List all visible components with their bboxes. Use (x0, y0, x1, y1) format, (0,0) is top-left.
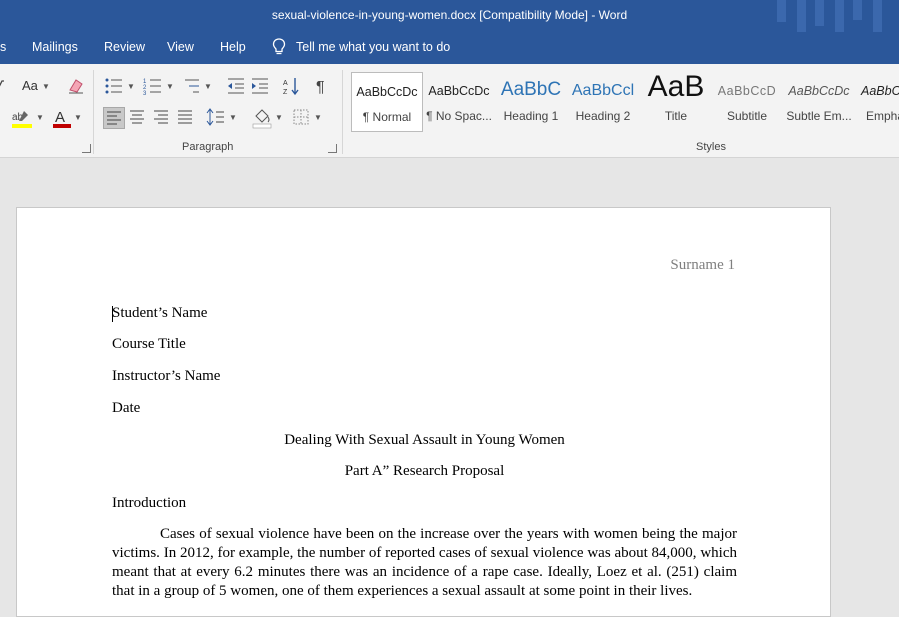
svg-text:A: A (55, 109, 65, 126)
style-title[interactable]: AaB Title (640, 72, 712, 132)
title-bar: sexual-violence-in-young-women.docx [Com… (0, 0, 899, 32)
shading-icon[interactable] (252, 107, 272, 129)
window-title: sexual-violence-in-young-women.docx [Com… (271, 8, 628, 22)
bullets-icon[interactable] (104, 76, 124, 96)
styles-group-label: Styles (696, 141, 726, 153)
chevron-down-icon[interactable]: ▼ (166, 82, 174, 91)
change-case-button[interactable]: Aa (22, 78, 38, 93)
style-name: Title (664, 109, 688, 123)
decrease-indent-icon[interactable] (226, 76, 246, 96)
document-subtitle: Part A” Research Proposal (344, 463, 505, 479)
style-sample: AaBbCcl (571, 82, 635, 99)
chevron-down-icon[interactable]: ▼ (229, 113, 237, 122)
tab-review[interactable]: Review (104, 40, 145, 54)
chevron-down-icon[interactable]: ▼ (204, 82, 212, 91)
tab-help[interactable]: Help (220, 40, 246, 54)
borders-icon[interactable] (291, 107, 311, 127)
chevron-down-icon[interactable]: ▼ (127, 82, 135, 91)
document-title: Dealing With Sexual Assault in Young Wom… (284, 432, 565, 448)
style-name: Subtitle (726, 109, 768, 123)
chevron-down-icon[interactable]: ▼ (42, 82, 50, 91)
multilevel-list-icon[interactable] (182, 76, 202, 96)
font-color-icon[interactable]: A (52, 108, 72, 128)
style-name: Subtle Em... (786, 109, 852, 123)
section-heading: Introduction (112, 495, 187, 511)
student-name-line: Student’s Name (112, 305, 208, 321)
numbering-icon[interactable]: 1 2 3 (143, 76, 163, 97)
clear-formatting-icon[interactable] (66, 76, 86, 96)
ribbon: Aa ▼ ab ▼ A ▼ ▼ 1 2 3 ▼ ▼ A Z ¶ ▼ ▼ ▼ Pa… (0, 64, 899, 158)
justify-icon[interactable] (175, 107, 195, 127)
align-left-icon[interactable] (103, 107, 125, 129)
chevron-down-icon[interactable]: ▼ (36, 113, 44, 122)
style-sample: AaBbCcDc (356, 85, 418, 99)
group-separator (93, 70, 94, 154)
body-paragraph: Cases of sexual violence have been on th… (112, 526, 737, 599)
page-header: Surname 1 (670, 257, 735, 273)
date-line: Date (112, 400, 141, 416)
style-subtle-emphasis[interactable]: AaBbCcDc Subtle Em... (784, 72, 854, 132)
style-name: Heading 2 (575, 109, 631, 123)
style-sample: AaBbC (500, 79, 562, 100)
style-no-spacing[interactable]: AaBbCcDc ¶ No Spac... (424, 72, 494, 132)
grow-font-icon[interactable] (0, 77, 16, 97)
style-sample: AaBbCcDc (788, 84, 850, 98)
style-sample: AaBbCcDc (428, 84, 490, 98)
style-sample: AaB (647, 72, 705, 103)
tab-mailings[interactable]: Mailings (32, 40, 78, 54)
align-center-icon[interactable] (127, 107, 147, 127)
style-name: Heading 1 (503, 109, 559, 123)
tab-layout[interactable]: s (0, 40, 6, 54)
document-page[interactable]: Surname 1 Student’s Name Course Title In… (16, 207, 831, 617)
style-name: Empha (866, 109, 899, 123)
style-name: ¶ No Spac... (426, 109, 492, 123)
sort-icon[interactable]: A Z (282, 76, 302, 96)
style-sample: AaBbCcD (717, 84, 777, 98)
increase-indent-icon[interactable] (250, 76, 270, 96)
align-right-icon[interactable] (151, 107, 171, 127)
pilcrow-icon[interactable]: ¶ (313, 76, 333, 96)
style-heading-2[interactable]: AaBbCcl Heading 2 (568, 72, 638, 132)
line-spacing-icon[interactable] (206, 107, 226, 127)
style-subtitle[interactable]: AaBbCcD Subtitle (713, 72, 781, 132)
instructor-name-line: Instructor’s Name (112, 368, 221, 384)
text-highlight-icon[interactable]: ab (12, 108, 32, 128)
tell-me-label: Tell me what you want to do (296, 40, 451, 54)
style-normal[interactable]: AaBbCcDc ¶ Normal (351, 72, 423, 132)
chevron-down-icon[interactable]: ▼ (275, 113, 283, 122)
style-name: ¶ Normal (362, 110, 412, 124)
chevron-down-icon[interactable]: ▼ (74, 113, 82, 122)
tab-view[interactable]: View (167, 40, 194, 54)
svg-text:A: A (283, 80, 288, 87)
svg-text:¶: ¶ (316, 79, 325, 96)
svg-text:Z: Z (283, 89, 288, 96)
paragraph-group-label: Paragraph (182, 141, 234, 153)
style-heading-1[interactable]: AaBbC Heading 1 (497, 72, 565, 132)
chevron-down-icon[interactable]: ▼ (314, 113, 322, 122)
tell-me-box[interactable]: Tell me what you want to do (272, 38, 450, 56)
course-title-line: Course Title (112, 336, 186, 352)
paragraph-dialog-launcher-icon[interactable] (328, 144, 337, 153)
title-bar-pattern (769, 0, 899, 32)
style-sample: AaBbCcDc (861, 84, 899, 98)
font-dialog-launcher-icon[interactable] (82, 144, 91, 153)
svg-text:3: 3 (143, 91, 147, 96)
style-emphasis[interactable]: AaBbCcDc Empha (858, 72, 899, 132)
ribbon-tabs: s Mailings Review View Help Tell me what… (0, 32, 899, 64)
group-separator (342, 70, 343, 154)
lightbulb-icon (272, 38, 286, 55)
